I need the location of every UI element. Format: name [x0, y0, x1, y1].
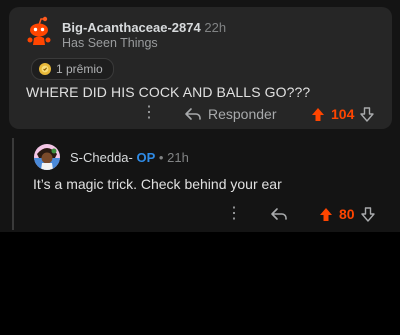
reply-button[interactable] — [270, 207, 288, 221]
op-badge: OP — [136, 150, 156, 165]
reply-label: Responder — [208, 106, 277, 122]
reply-body: It’s a magic trick. Check behind your ea… — [33, 176, 282, 192]
reply-author[interactable]: S-Chedda- — [70, 150, 133, 165]
separator-dot: • — [158, 150, 164, 165]
comment-card[interactable]: Big-Acanthaceae-2874 22h Has Seen Things… — [9, 7, 392, 129]
comment-author[interactable]: Big-Acanthaceae-2874 — [62, 20, 201, 35]
thread-line[interactable] — [12, 138, 14, 230]
downvote-icon[interactable] — [360, 206, 375, 222]
downvote-icon[interactable] — [360, 106, 375, 122]
reply-arrow-icon — [271, 208, 287, 220]
upvote-icon[interactable] — [319, 207, 333, 222]
award-label: 1 prêmio — [56, 62, 103, 76]
comment-time: 22h — [204, 20, 227, 35]
reply-button[interactable]: Responder — [184, 106, 277, 122]
reply-arrow-icon — [185, 108, 201, 120]
more-dots-icon[interactable]: ⋮ — [141, 105, 157, 121]
award-icon — [39, 63, 51, 75]
reply-author-line: S-Chedda- OP • 21h — [70, 150, 189, 165]
comment-author-line: Big-Acanthaceae-2874 22h — [62, 20, 226, 35]
award-badge[interactable]: 1 prêmio — [31, 58, 114, 80]
user-avatar-icon[interactable] — [34, 144, 60, 170]
more-dots-icon[interactable]: ⋮ — [226, 206, 242, 222]
upvote-icon[interactable] — [311, 107, 325, 122]
comment-body: WHERE DID HIS COCK AND BALLS GO??? — [26, 84, 311, 100]
user-flair: Has Seen Things — [62, 36, 158, 50]
comment-thread: Big-Acanthaceae-2874 22h Has Seen Things… — [0, 0, 400, 232]
reply-time: 21h — [167, 150, 189, 165]
vote-score: 104 — [331, 106, 355, 122]
vote-score: 80 — [339, 206, 355, 222]
vote-controls: 104 — [311, 106, 375, 122]
snoo-avatar-icon[interactable] — [26, 16, 52, 46]
vote-controls: 80 — [319, 206, 375, 222]
